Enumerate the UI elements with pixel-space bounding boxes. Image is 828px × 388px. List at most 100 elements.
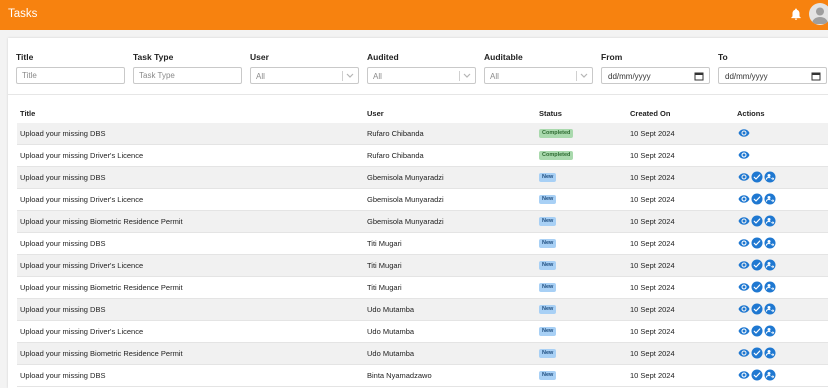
approve-button[interactable] xyxy=(751,281,763,293)
task-title: Upload your missing DBS xyxy=(20,371,106,380)
task-user: Gbemisola Munyaradzi xyxy=(367,173,444,182)
audited-filter-select[interactable]: All xyxy=(367,67,476,84)
reassign-button[interactable] xyxy=(764,259,776,271)
reassign-icon xyxy=(764,325,776,337)
title-filter-input[interactable] xyxy=(16,67,125,84)
approve-button[interactable] xyxy=(751,237,763,249)
view-button[interactable] xyxy=(738,259,750,271)
user-avatar-icon[interactable] xyxy=(809,3,828,25)
view-button[interactable] xyxy=(738,303,750,315)
view-button[interactable] xyxy=(738,325,750,337)
approve-button[interactable] xyxy=(751,347,763,359)
status-badge: New xyxy=(539,371,557,380)
task-created-on: 10 Sept 2024 xyxy=(630,217,675,226)
table-row: Upload your missing Biometric Residence … xyxy=(17,211,828,233)
view-button[interactable] xyxy=(738,171,750,183)
view-button[interactable] xyxy=(738,127,750,139)
calendar-icon[interactable] xyxy=(811,71,821,81)
select-separator xyxy=(459,71,460,81)
from-date-input[interactable]: dd/mm/yyyy xyxy=(601,67,710,84)
view-button[interactable] xyxy=(738,215,750,227)
reassign-button[interactable] xyxy=(764,171,776,183)
row-actions xyxy=(738,259,776,271)
task-user: Udo Mutamba xyxy=(367,349,415,358)
column-header-user: User xyxy=(367,109,384,118)
task-user: Titi Mugari xyxy=(367,239,402,248)
to-date-input[interactable]: dd/mm/yyyy xyxy=(718,67,827,84)
chevron-down-icon xyxy=(580,73,588,78)
task-title: Upload your missing Driver's Licence xyxy=(20,151,144,160)
table-row: Upload your missing Driver's Licence Gbem… xyxy=(17,189,828,211)
task-type-filter-input[interactable] xyxy=(133,67,242,84)
approve-button[interactable] xyxy=(751,369,763,381)
to-date-value: dd/mm/yyyy xyxy=(725,72,768,81)
check-circle-icon xyxy=(751,171,763,183)
task-type-filter-label: Task Type xyxy=(133,52,174,62)
approve-button[interactable] xyxy=(751,193,763,205)
task-user: Gbemisola Munyaradzi xyxy=(367,217,444,226)
eye-icon xyxy=(738,305,750,313)
task-user: Rufaro Chibanda xyxy=(367,129,424,138)
filters-divider xyxy=(8,94,828,95)
task-created-on: 10 Sept 2024 xyxy=(630,151,675,160)
view-button[interactable] xyxy=(738,347,750,359)
approve-button[interactable] xyxy=(751,259,763,271)
eye-icon xyxy=(738,327,750,335)
row-actions xyxy=(738,171,776,183)
reassign-button[interactable] xyxy=(764,347,776,359)
user-filter-label: User xyxy=(250,52,269,62)
table-row: Upload your missing DBS Gbemisola Munyara… xyxy=(17,167,828,189)
view-button[interactable] xyxy=(738,369,750,381)
row-actions xyxy=(738,237,776,249)
eye-icon xyxy=(738,349,750,357)
approve-button[interactable] xyxy=(751,325,763,337)
view-button[interactable] xyxy=(738,149,750,161)
reassign-button[interactable] xyxy=(764,325,776,337)
view-button[interactable] xyxy=(738,281,750,293)
check-circle-icon xyxy=(751,281,763,293)
task-title: Upload your missing Driver's Licence xyxy=(20,195,144,204)
user-filter-select[interactable]: All xyxy=(250,67,359,84)
check-circle-icon xyxy=(751,193,763,205)
auditable-filter-select[interactable]: All xyxy=(484,67,593,84)
reassign-button[interactable] xyxy=(764,369,776,381)
task-title: Upload your missing Biometric Residence … xyxy=(20,283,183,292)
reassign-button[interactable] xyxy=(764,303,776,315)
bell-icon[interactable] xyxy=(789,7,803,21)
task-created-on: 10 Sept 2024 xyxy=(630,239,675,248)
task-user: Titi Mugari xyxy=(367,261,402,270)
task-user: Udo Mutamba xyxy=(367,305,415,314)
reassign-button[interactable] xyxy=(764,215,776,227)
tasks-card: Title Task Type User All Audited All Aud… xyxy=(8,38,828,388)
table-row: Upload your missing Driver's Licence Rufa… xyxy=(17,145,828,167)
approve-button[interactable] xyxy=(751,215,763,227)
eye-icon xyxy=(738,151,750,159)
table-header: Title User Status Created On Actions xyxy=(17,102,828,124)
reassign-button[interactable] xyxy=(764,281,776,293)
check-circle-icon xyxy=(751,215,763,227)
task-user: Udo Mutamba xyxy=(367,327,415,336)
eye-icon xyxy=(738,195,750,203)
status-badge: New xyxy=(539,239,557,248)
calendar-icon[interactable] xyxy=(694,71,704,81)
view-button[interactable] xyxy=(738,193,750,205)
row-actions xyxy=(738,127,750,139)
column-header-status: Status xyxy=(539,109,562,118)
approve-button[interactable] xyxy=(751,171,763,183)
status-badge: New xyxy=(539,173,557,182)
user-filter-value: All xyxy=(256,72,265,81)
eye-icon xyxy=(738,239,750,247)
task-created-on: 10 Sept 2024 xyxy=(630,195,675,204)
reassign-button[interactable] xyxy=(764,237,776,249)
row-actions xyxy=(738,215,776,227)
reassign-icon xyxy=(764,281,776,293)
reassign-button[interactable] xyxy=(764,193,776,205)
task-created-on: 10 Sept 2024 xyxy=(630,327,675,336)
task-user: Titi Mugari xyxy=(367,283,402,292)
auditable-filter-value: All xyxy=(490,72,499,81)
view-button[interactable] xyxy=(738,237,750,249)
column-header-created-on: Created On xyxy=(630,109,671,118)
from-date-value: dd/mm/yyyy xyxy=(608,72,651,81)
task-title: Upload your missing Biometric Residence … xyxy=(20,217,183,226)
approve-button[interactable] xyxy=(751,303,763,315)
